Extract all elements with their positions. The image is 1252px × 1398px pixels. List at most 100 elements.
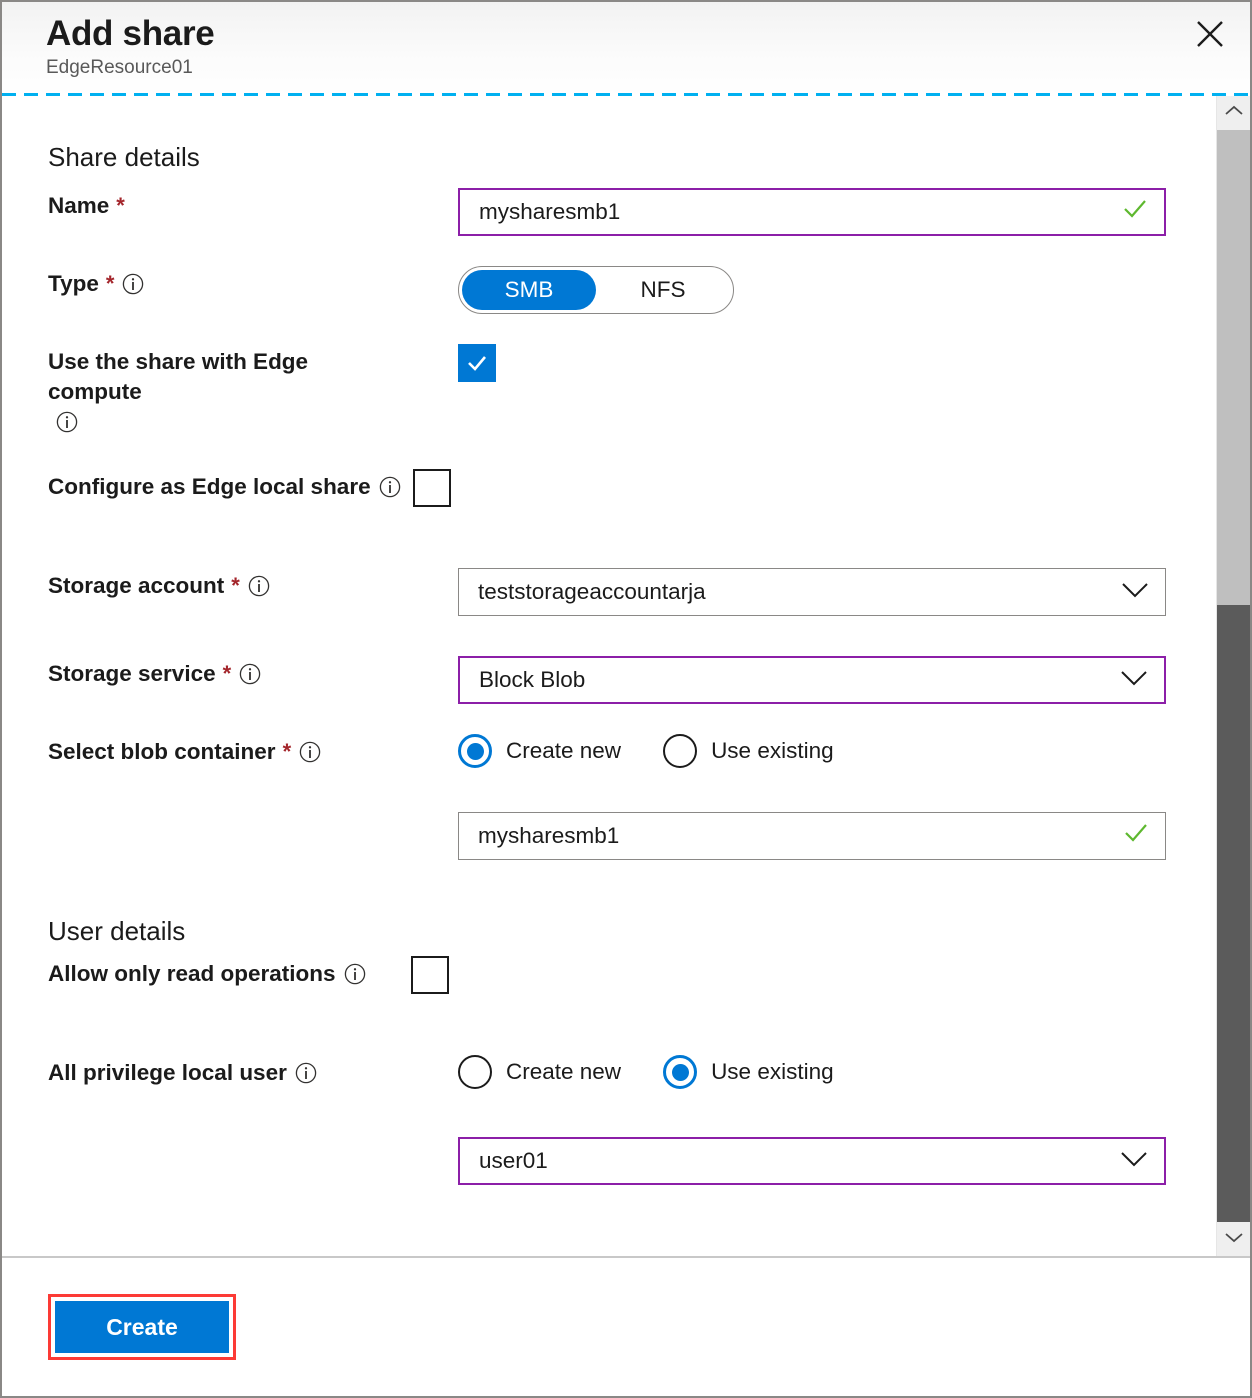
info-icon[interactable]: [56, 411, 78, 433]
row-name: Name * mysharesmb1: [48, 188, 1218, 236]
add-share-blade: Add share EdgeResource01 Share details N…: [0, 0, 1252, 1398]
control-type: SMB NFS: [458, 266, 1218, 314]
type-option-nfs[interactable]: NFS: [596, 270, 730, 310]
blob-container-option-use-existing[interactable]: Use existing: [663, 734, 834, 768]
edge-compute-checkbox[interactable]: [458, 344, 496, 382]
info-icon[interactable]: [248, 575, 270, 597]
blade-header: Add share EdgeResource01: [2, 2, 1250, 96]
radio-icon[interactable]: [458, 734, 492, 768]
label-type: Type *: [48, 266, 458, 299]
info-icon[interactable]: [122, 273, 144, 295]
local-user-option-use-existing[interactable]: Use existing: [663, 1055, 834, 1089]
label-local-user: All privilege local user: [48, 1055, 458, 1088]
scroll-up-button[interactable]: [1217, 96, 1250, 130]
row-edge-local-share: Configure as Edge local share: [48, 469, 1218, 512]
row-blob-container: Select blob container * Cr: [48, 734, 1218, 860]
required-marker: *: [223, 659, 232, 689]
row-storage-service: Storage service * Block Blob: [48, 656, 1218, 704]
required-marker: *: [116, 191, 125, 221]
close-icon: [1195, 19, 1225, 49]
share-form: Share details Name * mysharesmb1: [2, 96, 1218, 1185]
control-local-user: Create new Use existing user01: [458, 1055, 1218, 1185]
share-details-heading: Share details: [48, 142, 1218, 172]
control-blob-container: Create new Use existing mysharesmb1: [458, 734, 1218, 860]
control-edge-compute: [378, 344, 1218, 382]
page-subtitle: EdgeResource01: [46, 55, 1250, 81]
read-only-checkbox[interactable]: [411, 956, 449, 994]
create-button[interactable]: Create: [55, 1301, 229, 1353]
blade-footer: Create: [2, 1256, 1250, 1396]
info-icon[interactable]: [344, 963, 366, 985]
chevron-down-icon: [1120, 667, 1148, 693]
info-icon[interactable]: [295, 1062, 317, 1084]
row-storage-account: Storage account * teststorageaccountarja: [48, 568, 1218, 616]
label-read-only: Allow only read operations: [48, 956, 366, 989]
label-name: Name *: [48, 188, 458, 221]
scrollbar-thumb[interactable]: [1217, 130, 1250, 605]
page-title: Add share: [46, 12, 1250, 56]
info-icon[interactable]: [379, 476, 401, 498]
row-local-user: All privilege local user Create new: [48, 1055, 1218, 1185]
local-user-option-create-new[interactable]: Create new: [458, 1055, 621, 1089]
radio-icon[interactable]: [663, 1055, 697, 1089]
chevron-down-icon: [1224, 1230, 1244, 1248]
label-storage-account: Storage account *: [48, 568, 458, 601]
label-storage-service: Storage service *: [48, 656, 458, 689]
info-icon[interactable]: [299, 741, 321, 763]
row-read-only: Allow only read operations: [48, 956, 1218, 999]
label-edge-compute: Use the share with Edge compute: [48, 344, 378, 429]
vertical-scrollbar[interactable]: [1216, 96, 1250, 1256]
storage-account-dropdown[interactable]: teststorageaccountarja: [458, 568, 1166, 616]
chevron-down-icon: [1120, 1148, 1148, 1174]
name-input[interactable]: mysharesmb1: [458, 188, 1166, 236]
control-name: mysharesmb1: [458, 188, 1218, 236]
required-marker: *: [283, 737, 292, 767]
radio-icon[interactable]: [458, 1055, 492, 1089]
row-type: Type * SMB NFS: [48, 266, 1218, 314]
scroll-down-button[interactable]: [1217, 1222, 1250, 1256]
required-marker: *: [106, 269, 115, 299]
label-blob-container: Select blob container *: [48, 734, 458, 767]
row-edge-compute: Use the share with Edge compute: [48, 344, 1218, 429]
checkmark-icon: [1122, 196, 1148, 228]
label-edge-compute-text: Use the share with Edge compute: [48, 347, 378, 407]
control-read-only: [411, 956, 449, 999]
required-marker: *: [231, 571, 240, 601]
blob-container-name-value: mysharesmb1: [478, 821, 619, 851]
label-read-only-text: Allow only read operations: [48, 959, 336, 989]
control-storage-service: Block Blob: [458, 656, 1218, 704]
label-edge-local-share: Configure as Edge local share: [48, 469, 401, 502]
user-details-heading: User details: [48, 916, 1218, 946]
label-local-user-text: All privilege local user: [48, 1058, 287, 1088]
local-user-option-use-existing-label: Use existing: [711, 1057, 834, 1087]
blob-container-option-create-new[interactable]: Create new: [458, 734, 621, 768]
label-storage-account-text: Storage account: [48, 571, 224, 601]
type-option-smb[interactable]: SMB: [462, 270, 596, 310]
label-name-text: Name: [48, 191, 109, 221]
label-edge-local-share-text: Configure as Edge local share: [48, 472, 371, 502]
scrollbar-track[interactable]: [1217, 130, 1250, 1222]
blob-container-option-use-existing-label: Use existing: [711, 736, 834, 766]
storage-service-value: Block Blob: [479, 665, 585, 695]
type-toggle[interactable]: SMB NFS: [458, 266, 734, 314]
storage-service-dropdown[interactable]: Block Blob: [458, 656, 1166, 704]
local-user-dropdown[interactable]: user01: [458, 1137, 1166, 1185]
info-icon[interactable]: [239, 663, 261, 685]
radio-icon[interactable]: [663, 734, 697, 768]
edge-local-share-checkbox[interactable]: [413, 469, 451, 507]
label-type-text: Type: [48, 269, 99, 299]
blob-container-radio-group: Create new Use existing: [458, 734, 1218, 768]
chevron-up-icon: [1224, 104, 1244, 122]
close-button[interactable]: [1186, 10, 1234, 58]
chevron-down-icon: [1121, 579, 1149, 605]
local-user-value: user01: [479, 1146, 548, 1176]
create-button-highlight: Create: [48, 1294, 236, 1360]
label-storage-service-text: Storage service: [48, 659, 216, 689]
checkmark-icon: [1123, 820, 1149, 852]
storage-account-value: teststorageaccountarja: [478, 577, 706, 607]
local-user-option-create-new-label: Create new: [506, 1057, 621, 1087]
name-input-value: mysharesmb1: [479, 197, 620, 227]
blob-container-name-input[interactable]: mysharesmb1: [458, 812, 1166, 860]
local-user-radio-group: Create new Use existing: [458, 1055, 1218, 1089]
control-edge-local-share: [413, 469, 451, 512]
